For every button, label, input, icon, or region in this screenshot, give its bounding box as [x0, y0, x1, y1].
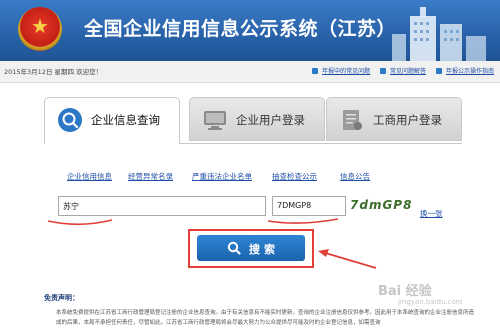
- faq-link[interactable]: 常见问题解答: [390, 68, 426, 75]
- info-icon: [380, 68, 387, 74]
- subnav-announcement[interactable]: 信息公告: [340, 171, 370, 182]
- info-bar: 2015年3月12日 星期四 欢迎您！ 年报中的常见问题 常见问题解答 年报公示…: [0, 61, 500, 83]
- tab-enterprise-login[interactable]: 企业用户登录: [189, 97, 325, 141]
- change-captcha-link[interactable]: 换一张: [420, 208, 443, 219]
- monitor-icon: [204, 111, 226, 130]
- subnav-abnormal-list[interactable]: 经营异常名录: [128, 171, 173, 182]
- current-date: 2015年3月12日 星期四 欢迎您！: [4, 68, 103, 76]
- disclaimer-text: 本系统免费提供在江苏省工商行政管理局登记注册的企业信息查询。由于有关信息有不能实…: [56, 310, 475, 326]
- annual-report-faq-link[interactable]: 年报中的常见问题: [322, 68, 370, 75]
- captcha-input[interactable]: 7DMGP8: [272, 196, 346, 216]
- tab-label: 企业用户登录: [236, 113, 305, 127]
- info-icon: [312, 68, 319, 74]
- captcha-underline-mark: [267, 218, 339, 224]
- tab-label: 工商用户登录: [373, 113, 442, 127]
- pointer-arrowhead-mark: [318, 249, 329, 257]
- tab-administrator-login[interactable]: 工商用户登录: [326, 97, 462, 141]
- document-icon: [343, 110, 362, 130]
- captcha-image: 7dmGP8: [350, 198, 413, 212]
- subnav-illegal-list[interactable]: 严重违法企业名单: [192, 171, 252, 182]
- magnifier-icon: [58, 108, 82, 132]
- keyword-input[interactable]: 苏宁: [58, 196, 266, 216]
- info-icon: [435, 68, 442, 74]
- disclaimer-title: 免责声明：: [44, 294, 79, 302]
- site-title: 全国企业信用信息公示系统（江苏）: [84, 18, 397, 40]
- tab-enterprise-query[interactable]: 企业信息查询: [44, 97, 180, 144]
- search-icon: [227, 241, 241, 255]
- annual-report-guide-link[interactable]: 年报公示操作指南: [446, 68, 494, 75]
- subnav-inspection[interactable]: 抽查检查公示: [272, 171, 317, 182]
- pointer-arrow-mark: [321, 251, 377, 269]
- tab-label: 企业信息查询: [91, 113, 160, 127]
- national-emblem-icon: ★: [18, 7, 62, 51]
- subnav-credit-info[interactable]: 企业信用信息: [67, 171, 112, 182]
- baidu-watermark-url: jingyan.baidu.com: [398, 298, 463, 306]
- baidu-watermark: Bai 经验: [378, 284, 432, 299]
- keyword-underline-mark: [47, 219, 113, 226]
- building-illustration: [392, 7, 486, 61]
- site-header: ★ 全国企业信用信息公示系统（江苏）: [0, 0, 500, 61]
- search-button-label: 搜索: [249, 243, 279, 256]
- help-links: 年报中的常见问题 常见问题解答 年报公示操作指南: [304, 66, 494, 75]
- search-button[interactable]: 搜索: [197, 235, 305, 261]
